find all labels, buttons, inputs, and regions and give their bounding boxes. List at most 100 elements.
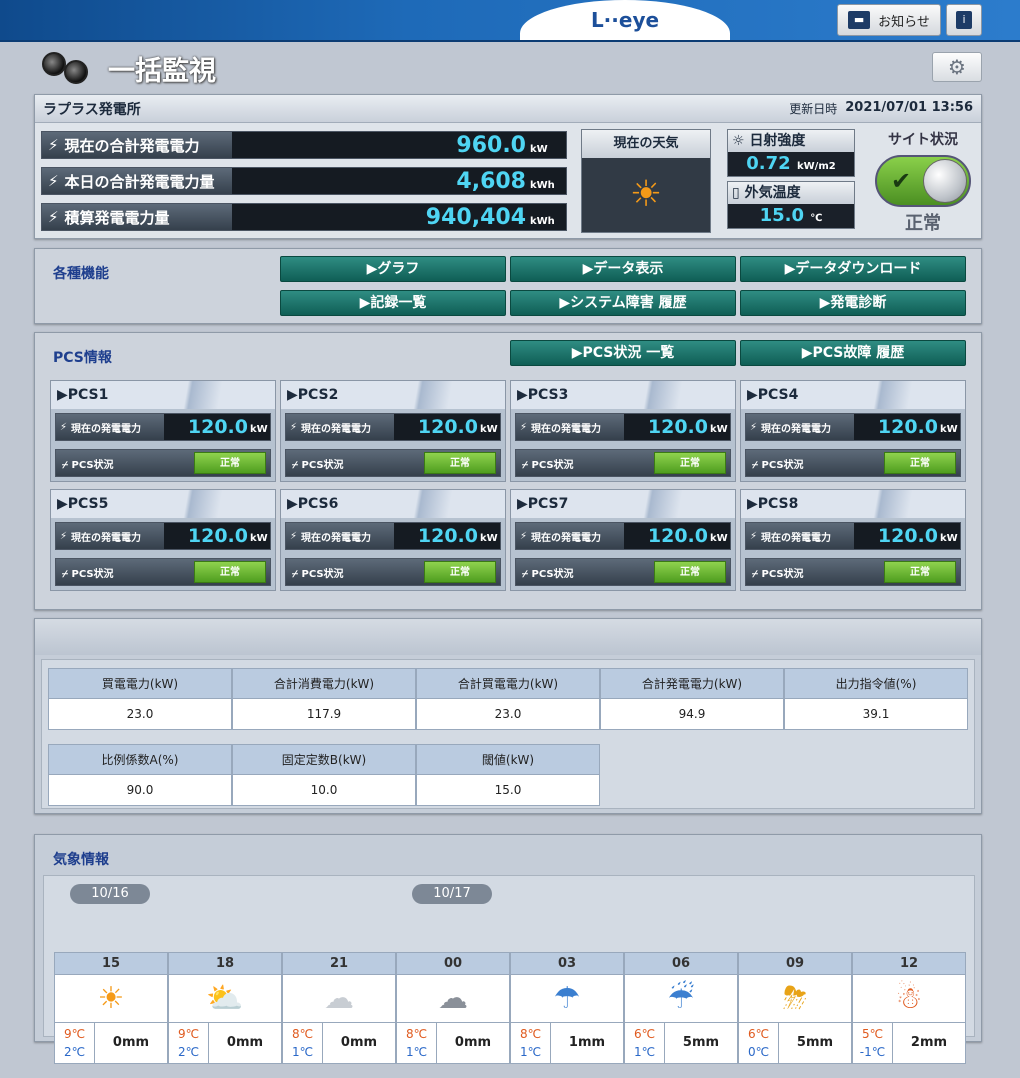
pcs-name-link[interactable]: ▶PCS1 <box>51 381 275 409</box>
meter-header <box>35 619 981 655</box>
metric-today-energy: ⚡ 本日の合計発電電力量 4,608 kWh <box>41 167 567 195</box>
meter-value: 39.1 <box>784 699 968 730</box>
forecast-time: 12 <box>853 953 965 975</box>
date-tag: 10/16 <box>70 884 150 904</box>
forecast-rain: 5mm <box>682 1035 720 1050</box>
pcs-title: PCS情報 <box>53 350 112 366</box>
pcs-card: ▶PCS2 ⚡ 現在の発電電力 120.0 kW ⌿ PCS状況 正常 <box>280 380 506 482</box>
bolt-icon: ⚡ <box>48 136 59 154</box>
forecast-high: 6℃ <box>633 1027 656 1041</box>
pcs-power-label: 現在の発電電力 <box>301 532 372 544</box>
notice-button[interactable]: ▬ お知らせ <box>837 4 941 36</box>
meter-value: 10.0 <box>232 775 416 806</box>
info-button[interactable]: i <box>946 4 982 36</box>
bolt-icon: ⚡ <box>48 172 59 190</box>
pcs-power-label: 現在の発電電力 <box>531 423 602 435</box>
system-fault-history-button[interactable]: ▶システム障害 履歴 <box>510 290 736 316</box>
bolt-icon: ⚡ <box>290 421 298 433</box>
site-status-value: 正常 <box>905 213 941 234</box>
pcs-name-link[interactable]: ▶PCS5 <box>51 490 275 518</box>
forecast-column: 09 ⛈ 6℃ 0℃ 5mm <box>738 952 852 1064</box>
pcs-power-unit: kW <box>710 533 728 544</box>
pcs-name-link[interactable]: ▶PCS4 <box>741 381 965 409</box>
forecast-rain: 1mm <box>568 1035 606 1050</box>
meter-label: 固定定数B(kW) <box>232 744 416 775</box>
pcs-status-label: PCS状況 <box>761 568 804 580</box>
forecast-temps: 9℃ 2℃ <box>55 1023 95 1063</box>
forecast-time: 18 <box>169 953 281 975</box>
inverter-icon: ⌿ <box>522 459 528 471</box>
metric-value: 960.0 <box>456 132 526 158</box>
meter-label: 比例係数A(%) <box>48 744 232 775</box>
pcs-power-unit: kW <box>480 533 498 544</box>
meter-value: 117.9 <box>232 699 416 730</box>
meter-cell: 買電電力(kW) 23.0 <box>48 668 232 730</box>
pcs-power-unit: kW <box>710 424 728 435</box>
inverter-icon: ⌿ <box>62 568 68 580</box>
forecast-time: 15 <box>55 953 167 975</box>
data-download-button[interactable]: ▶データダウンロード <box>740 256 966 282</box>
data-view-button[interactable]: ▶データ表示 <box>510 256 736 282</box>
updated-time: 更新日時 2021/07/01 13:56 <box>789 100 973 117</box>
status-badge: 正常 <box>654 561 726 583</box>
pcs-power-label: 現在の発電電力 <box>71 532 142 544</box>
site-panel: ラプラス発電所 更新日時 2021/07/01 13:56 ⚡ 現在の合計発電電力… <box>34 94 982 239</box>
pcs-name-link[interactable]: ▶PCS3 <box>511 381 735 409</box>
bolt-icon: ⚡ <box>750 421 758 433</box>
pcs-status-label: PCS状況 <box>71 459 114 471</box>
pcs-power-value: 120.0 <box>417 525 478 547</box>
settings-button[interactable]: ⚙ <box>932 52 982 82</box>
binoculars-icon <box>40 48 98 88</box>
pcs-fault-history-button[interactable]: ▶PCS故障 履歴 <box>740 340 966 366</box>
check-icon: ✔ <box>891 167 912 195</box>
forecast-low: 2℃ <box>177 1045 200 1059</box>
inverter-icon: ⌿ <box>62 459 68 471</box>
graph-button[interactable]: ▶グラフ <box>280 256 506 282</box>
pcs-name-link[interactable]: ▶PCS7 <box>511 490 735 518</box>
pcs-card: ▶PCS3 ⚡ 現在の発電電力 120.0 kW ⌿ PCS状況 正常 <box>510 380 736 482</box>
pcs-name-link[interactable]: ▶PCS6 <box>281 490 505 518</box>
pcs-name-link[interactable]: ▶PCS8 <box>741 490 965 518</box>
metric-unit: kW <box>530 143 548 155</box>
forecast-temps: 8℃ 1℃ <box>511 1023 551 1063</box>
generation-diagnosis-button[interactable]: ▶発電診断 <box>740 290 966 316</box>
meter-cell: 合計発電電力(kW) 94.9 <box>600 668 784 730</box>
record-list-button[interactable]: ▶記録一覧 <box>280 290 506 316</box>
page-header: 一括監視 <box>40 48 216 88</box>
pcs-panel: PCS情報 ▶PCS状況 一覧 ▶PCS故障 履歴 ▶PCS1 ⚡ 現在の発電電力… <box>34 332 982 610</box>
pcs-card: ▶PCS8 ⚡ 現在の発電電力 120.0 kW ⌿ PCS状況 正常 <box>740 489 966 591</box>
pcs-card: ▶PCS4 ⚡ 現在の発電電力 120.0 kW ⌿ PCS状況 正常 <box>740 380 966 482</box>
forecast-low: 1℃ <box>633 1045 656 1059</box>
pcs-power-value: 120.0 <box>647 416 708 438</box>
thermometer-icon: ▯ <box>732 185 740 201</box>
forecast-column: 15 ☀ 9℃ 2℃ 0mm <box>54 952 168 1064</box>
meter-value: 23.0 <box>48 699 232 730</box>
status-badge: 正常 <box>884 452 956 474</box>
pcs-power-value: 120.0 <box>877 525 938 547</box>
forecast-time: 03 <box>511 953 623 975</box>
status-badge: 正常 <box>424 452 496 474</box>
top-bar: L··eye ▬ お知らせ i <box>0 0 1020 42</box>
meter-label: 合計消費電力(kW) <box>232 668 416 699</box>
metric-total-energy: ⚡ 積算発電電力量 940,404 kWh <box>41 203 567 231</box>
forecast-high: 6℃ <box>747 1027 770 1041</box>
updated-value: 2021/07/01 13:56 <box>845 100 973 115</box>
forecast-temps: 9℃ 2℃ <box>169 1023 209 1063</box>
forecast-low: 1℃ <box>405 1045 428 1059</box>
forecast-low: 2℃ <box>63 1045 86 1059</box>
pcs-name-link[interactable]: ▶PCS2 <box>281 381 505 409</box>
forecast-column: 06 ☔ 6℃ 1℃ 5mm <box>624 952 738 1064</box>
app-logo[interactable]: L··eye <box>520 0 730 40</box>
pcs-status-list-button[interactable]: ▶PCS状況 一覧 <box>510 340 736 366</box>
pcs-power-unit: kW <box>250 424 268 435</box>
site-status: サイト状況 ✔ 正常 <box>865 123 981 239</box>
functions-title: 各種機能 <box>53 266 109 282</box>
meter-label: 買電電力(kW) <box>48 668 232 699</box>
inverter-icon: ⌿ <box>752 568 758 580</box>
forecast-rain: 0mm <box>454 1035 492 1050</box>
pcs-power-label: 現在の発電電力 <box>761 532 832 544</box>
forecast-low: 0℃ <box>747 1045 770 1059</box>
pcs-power-value: 120.0 <box>647 525 708 547</box>
bolt-icon: ⚡ <box>60 530 68 542</box>
pcs-card: ▶PCS5 ⚡ 現在の発電電力 120.0 kW ⌿ PCS状況 正常 <box>50 489 276 591</box>
